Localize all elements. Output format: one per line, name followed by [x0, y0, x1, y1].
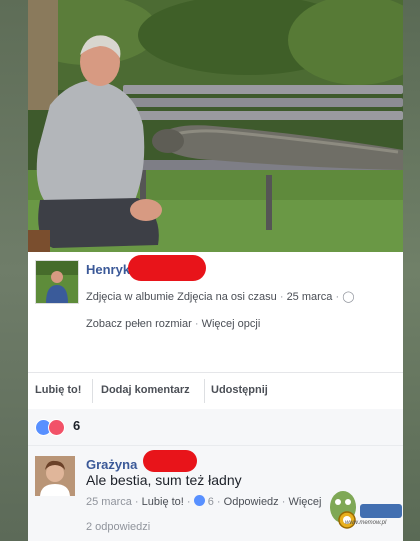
post-meta: Zdjęcia w albumie Zdjęcia na osi czasu ·…: [86, 291, 355, 303]
full-size-link[interactable]: Zobacz pełen rozmiar: [86, 318, 192, 330]
post-date[interactable]: 25 marca: [287, 291, 333, 303]
action-divider: [204, 379, 205, 403]
comment-button[interactable]: Dodaj komentarz: [101, 384, 190, 396]
album-link[interactable]: Zdjęcia w albumie Zdjęcia na osi czasu: [86, 291, 277, 303]
post-author-name[interactable]: Henryk: [86, 262, 130, 277]
commenter-avatar[interactable]: [35, 456, 75, 496]
post-actions: Lubię to! Dodaj komentarz Udostępnij: [28, 372, 403, 410]
more-link[interactable]: Więcej: [288, 496, 321, 508]
replies-link[interactable]: 2 odpowiedzi: [86, 521, 150, 533]
comment-like-link[interactable]: Lubię to!: [142, 496, 184, 508]
more-options-link[interactable]: Więcej opcji: [202, 318, 261, 330]
like-button[interactable]: Lubię to!: [35, 384, 81, 396]
post-header: Henryk Zdjęcia w albumie Zdjęcia na osi …: [28, 252, 403, 370]
name-redaction: [143, 450, 197, 472]
comment-like-count: 6: [207, 496, 214, 508]
action-divider: [92, 379, 93, 403]
commenter-name[interactable]: Grażyna: [86, 457, 137, 472]
reply-link[interactable]: Odpowiedz: [224, 496, 279, 508]
watermark-logo-icon: [330, 491, 402, 529]
reactions-bar[interactable]: 6: [28, 409, 403, 446]
reaction-count: 6: [73, 418, 81, 433]
comment-date[interactable]: 25 marca: [86, 496, 132, 508]
post-photo[interactable]: [28, 0, 403, 252]
globe-icon: ◯: [342, 291, 355, 303]
left-margin: [0, 0, 28, 541]
comment-meta: 25 marca · Lubię to! · 6 · Odpowiedz · W…: [86, 495, 322, 508]
name-redaction: [128, 255, 206, 281]
watermark-site: www.memow.pl: [345, 520, 387, 526]
love-icon: [48, 419, 65, 436]
like-icon: [193, 495, 205, 506]
share-button[interactable]: Udostępnij: [211, 384, 268, 396]
right-margin: [403, 0, 420, 541]
post-links: Zobacz pełen rozmiar · Więcej opcji: [86, 318, 261, 330]
comment-text: Ale bestia, sum też ładny: [86, 472, 242, 488]
author-avatar[interactable]: [35, 260, 79, 304]
